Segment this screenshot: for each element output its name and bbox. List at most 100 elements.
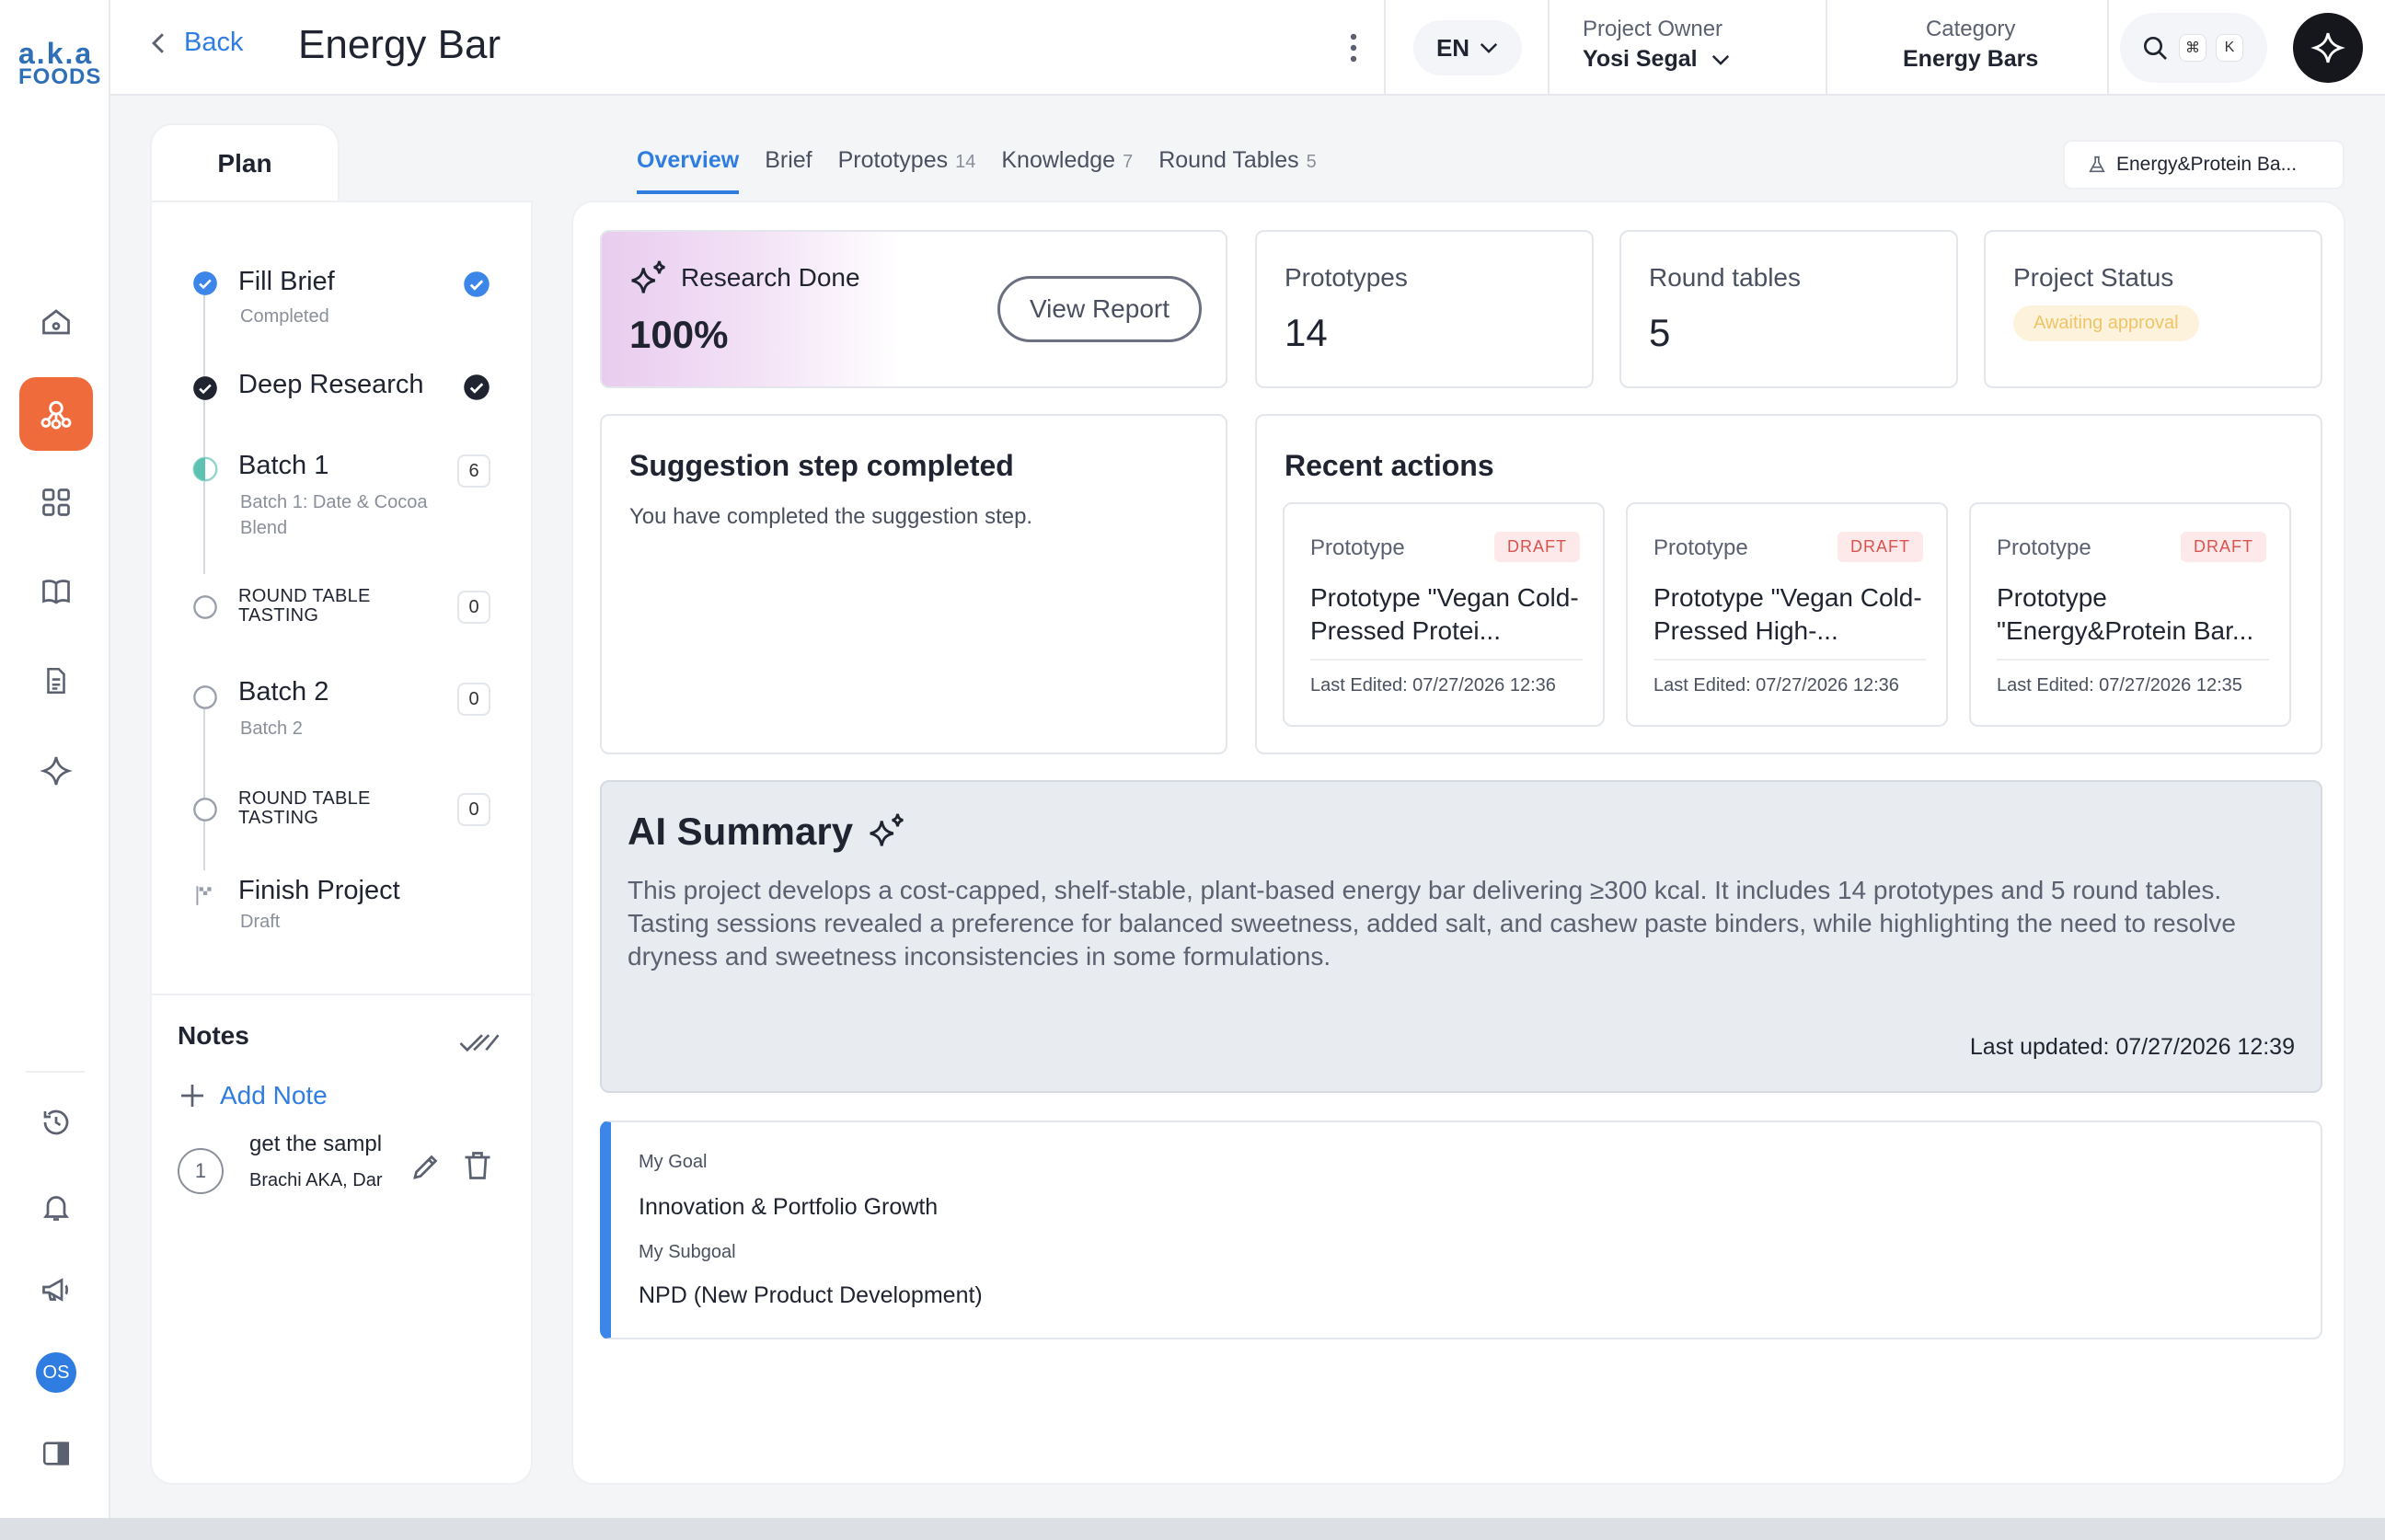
rail-grid-button[interactable] xyxy=(19,465,93,539)
language-selector[interactable]: EN xyxy=(1413,20,1522,75)
research-card: Research Done 100% View Report xyxy=(600,230,1227,388)
overview-panel: Research Done 100% View Report Prototype… xyxy=(571,201,2345,1485)
step-title: Batch 1 xyxy=(238,451,329,480)
rail-projects-button[interactable] xyxy=(19,377,93,451)
prototypes-stat-card[interactable]: Prototypes 14 xyxy=(1255,230,1594,388)
recent-actions-card: Recent actions Prototype DRAFT Prototype… xyxy=(1255,414,2322,754)
network-icon xyxy=(40,400,72,430)
rail-panel-toggle-button[interactable] xyxy=(19,1417,93,1490)
plan-timeline-line xyxy=(203,280,205,574)
tab-label: Knowledge xyxy=(1001,147,1116,173)
recent-action-divider xyxy=(1997,659,2269,661)
app-logo[interactable]: a.k.a FOODS xyxy=(18,39,100,88)
language-value: EN xyxy=(1435,33,1470,62)
step-subtitle: Batch 1: Date & Cocoa Blend xyxy=(240,492,428,538)
flask-icon xyxy=(2089,155,2105,173)
step-subtitle: Completed xyxy=(240,306,329,327)
step-title: Fill Brief xyxy=(238,267,335,296)
step-title: Finish Project xyxy=(238,876,400,905)
project-owner-selector[interactable]: Project Owner Yosi Segal xyxy=(1583,17,1731,73)
project-tabs: Overview Brief Prototypes 14 Knowledge 7 R… xyxy=(637,147,1317,194)
kebab-menu-icon xyxy=(1350,33,1357,63)
step-count-badge: 0 xyxy=(457,683,490,716)
project-selector-chip[interactable]: Energy&Protein Ba... xyxy=(2063,140,2345,190)
add-note-button[interactable]: Add Note xyxy=(178,1081,328,1110)
rail-announcements-button[interactable] xyxy=(19,1253,93,1327)
step-title: ROUND TABLE TASTING xyxy=(238,586,371,626)
sparkle-icon xyxy=(40,756,73,786)
goal-value: Innovation & Portfolio Growth xyxy=(639,1194,939,1220)
rail-documents-button[interactable] xyxy=(19,644,93,718)
topbar-divider xyxy=(2107,0,2109,96)
empty-circle-icon xyxy=(193,798,217,822)
recent-action-divider xyxy=(1653,659,1926,661)
round-tables-stat-label: Round tables xyxy=(1649,263,1802,292)
project-owner-value: Yosi Segal xyxy=(1583,46,1698,72)
ai-summary-updated: Last updated: 07/27/2026 12:39 xyxy=(1969,1034,2295,1060)
check-circle-icon xyxy=(464,374,490,400)
plan-timeline-line xyxy=(203,686,205,870)
chevron-left-icon xyxy=(152,32,164,53)
view-report-button[interactable]: View Report xyxy=(997,276,1202,342)
tab-label: Round Tables xyxy=(1158,147,1299,173)
tab-count: 14 xyxy=(955,152,976,172)
tab-label: Brief xyxy=(765,147,812,173)
ai-assistant-button[interactable] xyxy=(2293,13,2363,83)
rail-knowledge-button[interactable] xyxy=(19,555,93,628)
page-title: Energy Bar xyxy=(298,22,501,67)
note-author: Brachi AKA, Dar xyxy=(249,1170,383,1190)
tab-round-tables[interactable]: Round Tables 5 xyxy=(1158,147,1317,194)
tab-prototypes[interactable]: Prototypes 14 xyxy=(838,147,976,194)
recent-action-type: Prototype xyxy=(1997,535,2091,560)
book-icon xyxy=(42,580,70,604)
trash-icon[interactable] xyxy=(461,1148,494,1183)
empty-circle-icon xyxy=(193,685,217,709)
check-circle-icon xyxy=(464,271,490,297)
user-avatar[interactable]: OS xyxy=(36,1352,76,1393)
note-item[interactable]: 1 get the sampl Brachi AKA, Dar xyxy=(178,1132,518,1205)
subgoal-value: NPD (New Product Development) xyxy=(639,1282,983,1308)
status-badge: Awaiting approval xyxy=(2013,305,2199,341)
top-bar: Back Energy Bar EN Project Owner Yosi Se… xyxy=(110,0,2385,96)
tab-knowledge[interactable]: Knowledge 7 xyxy=(1001,147,1133,194)
check-circle-icon xyxy=(193,376,217,400)
recent-action-name: Prototype "Vegan Cold-Pressed High-... xyxy=(1653,583,1922,645)
recent-action-name: Prototype "Vegan Cold-Pressed Protei... xyxy=(1310,583,1579,645)
recent-action-item[interactable]: Prototype DRAFT Prototype "Energy&Protei… xyxy=(1969,502,2291,727)
notes-title: Notes xyxy=(178,1021,249,1050)
draft-badge: DRAFT xyxy=(1494,532,1580,562)
tab-overview[interactable]: Overview xyxy=(637,147,740,194)
rail-history-button[interactable] xyxy=(19,1086,93,1159)
chevron-down-icon xyxy=(1480,42,1498,53)
double-check-icon[interactable] xyxy=(459,1030,500,1056)
rail-ai-button[interactable] xyxy=(19,734,93,808)
plus-icon xyxy=(181,1085,203,1107)
tab-brief[interactable]: Brief xyxy=(765,147,812,194)
megaphone-icon xyxy=(42,1278,68,1302)
goal-label: My Goal xyxy=(639,1152,708,1172)
back-label: Back xyxy=(184,28,244,57)
step-count-badge: 6 xyxy=(457,454,490,488)
prototypes-stat-value: 14 xyxy=(1285,311,1328,354)
tab-count: 5 xyxy=(1306,152,1317,172)
recent-action-date: Last Edited: 07/27/2026 12:36 xyxy=(1653,675,1899,695)
step-title: ROUND TABLE TASTING xyxy=(238,788,371,828)
round-tables-stat-value: 5 xyxy=(1649,311,1671,354)
more-options-button[interactable] xyxy=(1340,26,1367,70)
history-icon xyxy=(43,1109,69,1135)
search-button[interactable]: ⌘ K xyxy=(2120,13,2267,83)
plan-tab[interactable]: Plan xyxy=(150,123,340,202)
recent-action-item[interactable]: Prototype DRAFT Prototype "Vegan Cold-Pr… xyxy=(1626,502,1948,727)
step-count-badge: 0 xyxy=(457,591,490,624)
round-tables-stat-card[interactable]: Round tables 5 xyxy=(1619,230,1958,388)
rail-notifications-button[interactable] xyxy=(19,1170,93,1244)
category-display: Category Energy Bars xyxy=(1903,17,2038,73)
flag-icon xyxy=(196,886,212,905)
goal-card: My Goal Innovation & Portfolio Growth My… xyxy=(600,1121,2322,1339)
recent-action-date: Last Edited: 07/27/2026 12:35 xyxy=(1997,675,2242,695)
back-button[interactable]: Back xyxy=(149,28,243,58)
recent-action-item[interactable]: Prototype DRAFT Prototype "Vegan Cold-Pr… xyxy=(1283,502,1605,727)
draft-badge: DRAFT xyxy=(2181,532,2266,562)
rail-home-button[interactable] xyxy=(19,285,93,359)
pencil-icon[interactable] xyxy=(409,1150,443,1183)
